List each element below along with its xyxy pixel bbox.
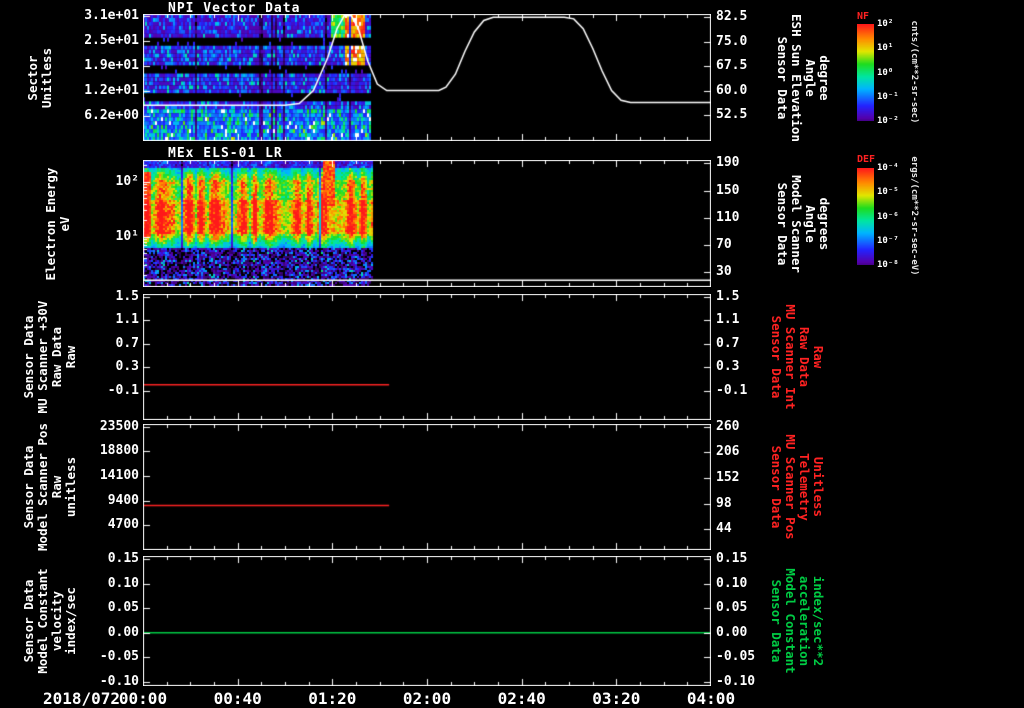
y-tick-label: 260 xyxy=(716,420,792,434)
axis-label-line: ESH Sun Elevation xyxy=(789,14,803,142)
x-tick-label: 03:20 xyxy=(581,689,651,708)
colorbar-tick-label: 10⁻⁸ xyxy=(877,260,919,270)
colorbar-tick-label: 10⁰ xyxy=(877,68,919,78)
x-tick-label: 00:00 xyxy=(108,689,178,708)
panel-title-els: MEx ELS-01 LR xyxy=(168,146,283,161)
right-axis-label: UnitlessTelemetryMU Scanner PosSensor Da… xyxy=(769,434,825,539)
x-tick-label: 02:00 xyxy=(392,689,462,708)
right-axis-label: degreesAngleModel ScannerSensor Data xyxy=(775,175,831,273)
left-axis-label: Sensor DataMU Scanner +30VRaw DataRaw xyxy=(22,301,78,414)
axis-label-line: Electron Energy xyxy=(44,167,58,280)
axis-label-line: index/sec xyxy=(64,568,78,673)
y-tick-label: 3.1e+01 xyxy=(56,9,139,23)
colorbar-tick-label: 10⁻¹ xyxy=(877,92,919,102)
els-spectrogram-canvas xyxy=(143,160,711,287)
axis-label-line: Raw Data xyxy=(797,304,811,409)
axis-label-line: velocity xyxy=(50,568,64,673)
right-axis-label: index/sec**2accelerationModel ConstantSe… xyxy=(769,568,825,673)
x-tick-label: 02:40 xyxy=(487,689,557,708)
x-tick-label: 00:40 xyxy=(203,689,273,708)
colorbar-tick-label: 10⁻⁶ xyxy=(877,212,919,222)
y-tick-label: 190 xyxy=(716,156,792,170)
y-tick-label: 6.2e+00 xyxy=(56,109,139,123)
left-axis-label: Sensor DataModel Constantvelocityindex/s… xyxy=(22,568,78,673)
axis-label-line: MU Scanner +30V xyxy=(36,301,50,414)
axis-label-line: Model Scanner Pos xyxy=(36,423,50,551)
axis-label-line: Sensor Data xyxy=(22,568,36,673)
colorbar-tick-label: 10² xyxy=(877,19,919,29)
y-tick-label: 0.15 xyxy=(716,552,792,566)
axis-label-line: Sensor Data xyxy=(22,423,36,551)
colorbar-tick-label: 10⁻⁵ xyxy=(877,187,919,197)
y-tick-label: 2.5e+01 xyxy=(56,34,139,48)
axis-label-line: Sensor Data xyxy=(769,304,783,409)
axis-label-line: Telemetry xyxy=(797,434,811,539)
colorbar-tick-label: 10⁻⁴ xyxy=(877,163,919,173)
colorbar-tick-label: 10⁻² xyxy=(877,116,919,126)
y-tick-label: 1.5 xyxy=(716,290,792,304)
axis-label-line: Model Constant xyxy=(36,568,50,673)
x-axis-date-label: 2018/072 xyxy=(28,689,120,708)
nf-colorbar-title: NF xyxy=(857,11,869,22)
axis-label-line: acceleration xyxy=(797,568,811,673)
axis-label-line: Raw xyxy=(811,304,825,409)
axis-label-line: Sector xyxy=(26,47,40,107)
axis-label-line: unitless xyxy=(64,423,78,551)
axis-label-line: Angle xyxy=(803,175,817,273)
axis-label-line: index/sec**2 xyxy=(811,568,825,673)
axis-label-line: MU Scanner Pos xyxy=(783,434,797,539)
axis-label-line: degrees xyxy=(817,175,831,273)
axis-label-line: Raw Data xyxy=(50,301,64,414)
right-axis-label: degreeAngleESH Sun ElevationSensor Data xyxy=(775,14,831,142)
left-axis-label: Electron EnergyeV xyxy=(44,167,72,280)
axis-label-line: eV xyxy=(58,167,72,280)
left-axis-label: Sensor DataModel Scanner PosRawunitless xyxy=(22,423,78,551)
right-axis-label: RawRaw DataMU Scanner IntSensor Data xyxy=(769,304,825,409)
axis-label-line: Model Scanner xyxy=(789,175,803,273)
def-colorbar-title: DEF xyxy=(857,154,875,165)
axis-label-line: Model Constant xyxy=(783,568,797,673)
axis-label-line: Raw xyxy=(64,301,78,414)
axis-label-line: Sensor Data xyxy=(22,301,36,414)
time-series-plot-page: NPI Vector Data MEx ELS-01 LR NF DEF cnt… xyxy=(0,0,1024,708)
axis-label-line: Unitless xyxy=(811,434,825,539)
nf-colorbar xyxy=(857,24,874,121)
axis-label-line: Sensor Data xyxy=(775,175,789,273)
left-axis-label: SectorUnitless xyxy=(26,47,54,107)
y-tick-label: 1.9e+01 xyxy=(56,59,139,73)
mu-scanner-30v-canvas xyxy=(143,294,711,420)
x-tick-label: 04:00 xyxy=(676,689,746,708)
colorbar-tick-label: 10⁻⁷ xyxy=(877,236,919,246)
axis-label-line: Raw xyxy=(50,423,64,551)
y-tick-label: 0.15 xyxy=(56,552,139,566)
model-scanner-pos-canvas xyxy=(143,424,711,550)
x-tick-label: 01:20 xyxy=(297,689,367,708)
axis-label-line: MU Scanner Int xyxy=(783,304,797,409)
axis-label-line: Sensor Data xyxy=(769,568,783,673)
axis-label-line: Sensor Data xyxy=(775,14,789,142)
axis-label-line: degree xyxy=(817,14,831,142)
axis-label-line: Angle xyxy=(803,14,817,142)
def-colorbar xyxy=(857,168,874,265)
axis-label-line: Sensor Data xyxy=(769,434,783,539)
npi-spectrogram-canvas xyxy=(143,14,711,141)
y-tick-label: 1.2e+01 xyxy=(56,84,139,98)
y-tick-label: -0.10 xyxy=(56,675,139,689)
colorbar-tick-label: 10¹ xyxy=(877,43,919,53)
y-tick-label: -0.10 xyxy=(716,675,792,689)
axis-label-line: Unitless xyxy=(40,47,54,107)
model-constant-vel-canvas xyxy=(143,556,711,686)
